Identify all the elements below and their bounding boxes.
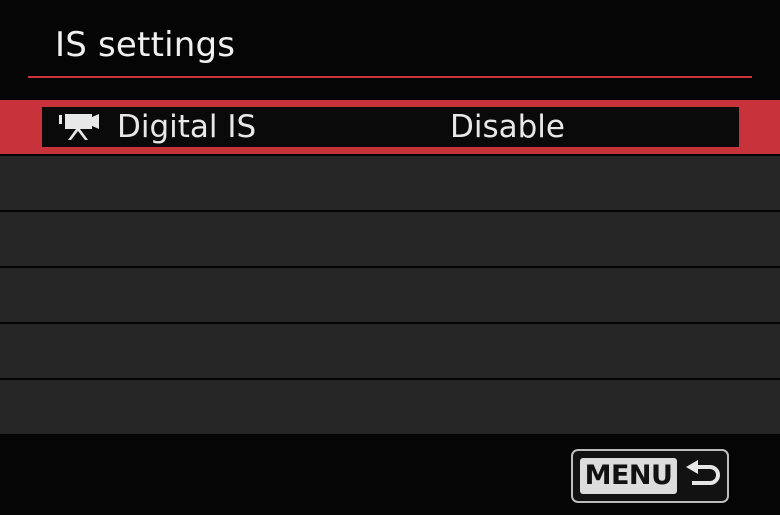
menu-label-box: MENU <box>580 458 677 494</box>
empty-menu-row <box>0 324 780 378</box>
menu-back-button[interactable]: MENU <box>571 449 729 503</box>
movie-camera-icon <box>59 114 99 140</box>
menu-item-label: Digital IS <box>117 109 257 145</box>
empty-menu-row <box>0 212 780 266</box>
menu-item-content: Digital IS Disable <box>42 107 739 147</box>
menu-item-value: Disable <box>450 109 565 145</box>
empty-menu-row <box>0 268 780 322</box>
page-title: IS settings <box>55 25 236 65</box>
empty-menu-row <box>0 156 780 210</box>
return-arrow-icon <box>686 460 720 485</box>
menu-item-digital-is[interactable]: Digital IS Disable <box>0 100 780 154</box>
menu-button-label: MENU <box>584 460 673 491</box>
settings-list: Digital IS Disable <box>0 100 780 435</box>
empty-menu-row <box>0 380 780 434</box>
camera-menu-screen: IS settings Digital IS Disable MENU <box>0 0 780 515</box>
title-divider <box>28 76 752 78</box>
